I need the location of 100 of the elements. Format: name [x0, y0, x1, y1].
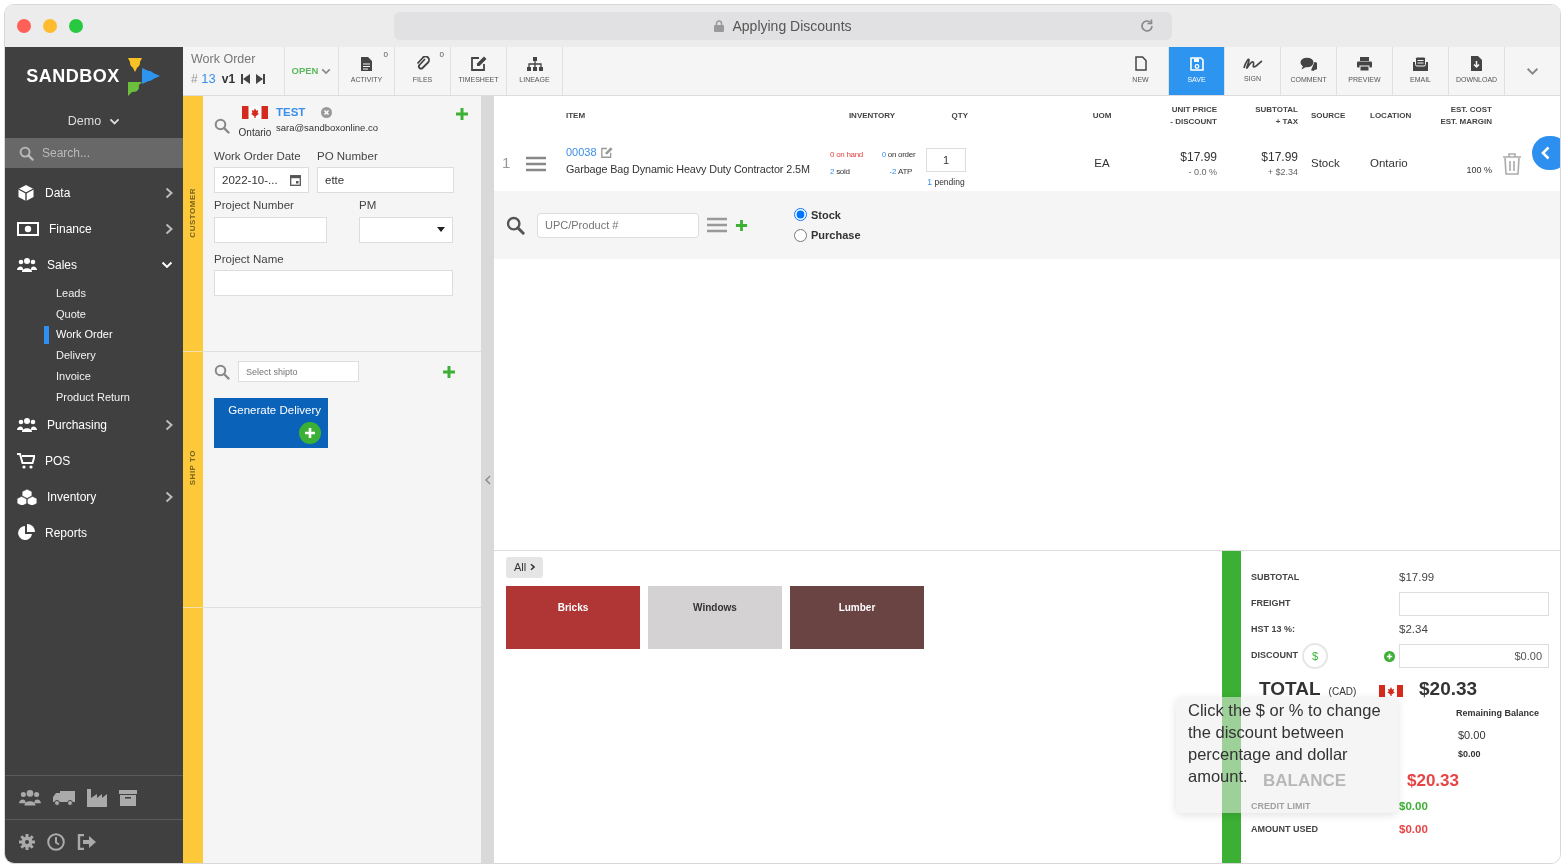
last-record-icon[interactable]	[256, 73, 266, 84]
column-header: LOCATION	[1370, 110, 1413, 122]
truck-icon[interactable]	[53, 789, 75, 806]
nav-item-label[interactable]: Purchasing	[47, 416, 155, 435]
inventory-count: 2	[830, 166, 835, 178]
document-type: Work Order	[191, 52, 257, 67]
quantity-field[interactable]: 1	[926, 148, 966, 173]
account-name[interactable]: Demo	[67, 112, 102, 131]
search-placeholder: Search...	[42, 145, 91, 162]
section-label: SHIP TO	[187, 450, 198, 486]
field-label: Project Number	[214, 198, 295, 214]
people-icon[interactable]	[19, 788, 41, 807]
nav-item-label[interactable]: Reports	[45, 524, 173, 543]
collapse-chevron-icon[interactable]	[484, 474, 491, 485]
nav-item-label[interactable]: Finance	[49, 220, 155, 238]
select-field[interactable]	[359, 216, 453, 243]
radio-label: Purchase	[811, 228, 861, 243]
drag-handle-icon[interactable]	[526, 155, 546, 172]
currency-label: (CAD)	[1328, 684, 1357, 699]
filter-button[interactable]: All	[506, 557, 544, 578]
document-icon	[361, 56, 372, 71]
factory-icon[interactable]	[87, 788, 107, 807]
nav-item-label[interactable]: POS	[45, 452, 173, 471]
settings-icon[interactable]	[19, 833, 35, 850]
pending-label: 1 pending	[927, 176, 965, 189]
archive-box-icon[interactable]	[119, 789, 137, 806]
search-icon[interactable]	[214, 118, 230, 134]
search-icon[interactable]	[506, 215, 525, 235]
inventory-label: ATP	[898, 166, 913, 178]
collapse-panel-button[interactable]	[1532, 136, 1560, 170]
add-discount-icon[interactable]	[1384, 650, 1395, 662]
plus-icon[interactable]	[442, 364, 456, 379]
list-icon[interactable]	[707, 217, 727, 233]
category-tile[interactable]: Lumber	[790, 585, 924, 649]
document-number: # 13	[191, 70, 216, 88]
credit-value: $0.00	[1399, 822, 1428, 838]
date-field[interactable]: 2022-10-...	[214, 167, 309, 194]
more-chevron-icon[interactable]	[1526, 66, 1539, 76]
total-label: HST 13 %:	[1251, 623, 1295, 637]
total-label: CREDIT LIMIT	[1251, 800, 1312, 814]
price-value: $17.99	[1179, 148, 1217, 166]
clear-icon[interactable]	[321, 107, 333, 119]
pie-chart-icon	[17, 524, 35, 543]
discount-field[interactable]: $0.00	[1399, 644, 1549, 668]
radio-button[interactable]	[794, 208, 807, 222]
first-record-icon[interactable]	[241, 73, 251, 84]
radio-button[interactable]	[794, 228, 807, 242]
trash-icon[interactable]	[1503, 152, 1521, 175]
cube-icon	[17, 184, 35, 202]
count-label: 0	[439, 49, 444, 61]
boxes-icon	[17, 489, 37, 506]
sub-nav-item[interactable]: Product Return	[56, 388, 130, 406]
grand-total-label: TOTAL	[1259, 676, 1321, 701]
column-header: SUBTOTAL	[1254, 104, 1298, 116]
sub-nav-item[interactable]: Work Order	[56, 326, 113, 343]
zoom-window-button[interactable]	[69, 19, 83, 33]
cart-icon	[17, 453, 35, 470]
column-header: UNIT PRICE	[1170, 104, 1217, 116]
sub-nav-item[interactable]: Quote	[56, 305, 86, 323]
input-field[interactable]: ette	[317, 167, 454, 194]
date-value: 2022-10-...	[222, 172, 278, 188]
search-icon[interactable]	[214, 363, 230, 380]
credit-value: $0.00	[1399, 799, 1428, 815]
inventory-count: -2	[889, 166, 897, 178]
nav-item-label[interactable]: Inventory	[47, 488, 155, 507]
clock-icon[interactable]	[47, 832, 65, 851]
reload-icon[interactable]	[1140, 19, 1154, 33]
item-code-link[interactable]: 00038	[566, 144, 597, 161]
radio-label: Stock	[811, 207, 841, 223]
inventory-label: sold	[836, 166, 850, 178]
close-window-button[interactable]	[17, 19, 31, 33]
input-field[interactable]	[214, 269, 453, 296]
shipto-field[interactable]: Select shipto	[238, 361, 359, 382]
sub-nav-item[interactable]: Delivery	[56, 347, 96, 364]
freight-field[interactable]	[1399, 592, 1549, 616]
flag-icon	[242, 106, 268, 119]
balance-value: $0.00	[1458, 748, 1482, 761]
category-tile[interactable]: Windows	[648, 585, 782, 649]
calendar-icon[interactable]	[290, 174, 301, 187]
generate-delivery-button[interactable]: Generate Delivery	[214, 398, 328, 448]
version-label: v1	[221, 70, 236, 88]
sub-nav-item[interactable]: Leads	[56, 285, 86, 302]
nav-item-label[interactable]: Sales	[47, 256, 151, 274]
product-search-field[interactable]: UPC/Product #	[537, 212, 699, 238]
plus-icon[interactable]	[455, 107, 469, 121]
window-title: Applying Discounts	[732, 16, 852, 36]
plus-icon[interactable]	[735, 218, 748, 232]
field-label: Work Order Date	[214, 149, 302, 164]
price-adjustment: - 0.0 %	[1187, 165, 1217, 179]
sub-nav-item[interactable]: Invoice	[56, 367, 91, 385]
category-tile[interactable]: Bricks	[506, 585, 640, 649]
nav-item-label[interactable]: Data	[45, 184, 155, 202]
column-subheader: - DISCOUNT	[1169, 116, 1217, 128]
sign-out-icon[interactable]	[77, 833, 97, 850]
inventory-count: 0	[830, 149, 835, 161]
row-number: 1	[502, 154, 511, 172]
column-header: UOM	[1091, 110, 1113, 122]
chevron-left-icon	[1541, 146, 1550, 160]
input-field[interactable]	[214, 216, 327, 243]
edit-icon[interactable]	[600, 146, 613, 158]
